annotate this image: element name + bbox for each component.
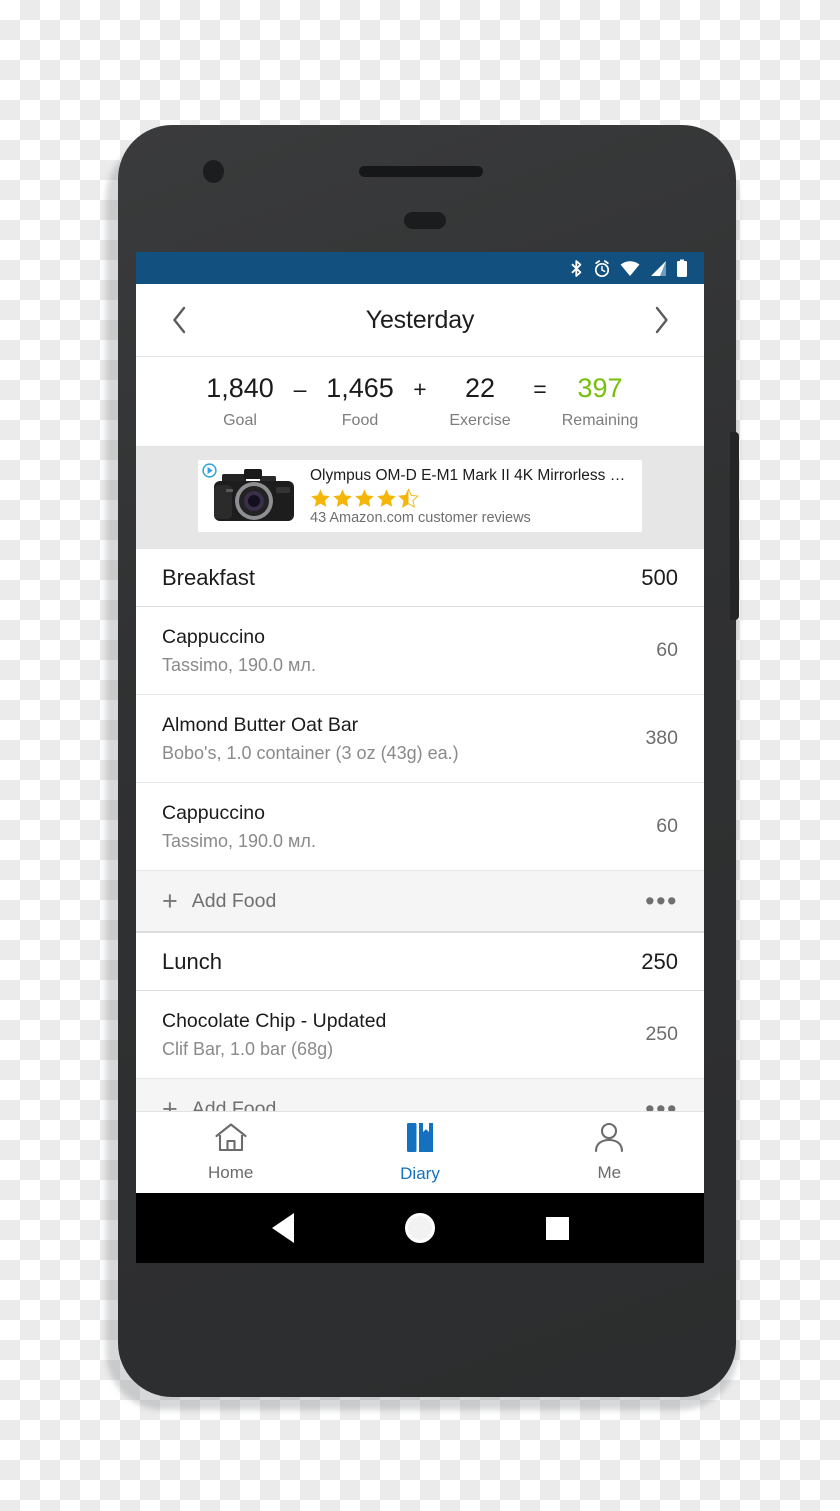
star-full-icon [377, 489, 396, 507]
advertisement-container: Olympus OM-D E-M1 Mark II 4K Mirrorless … [136, 447, 704, 549]
star-full-icon [333, 489, 352, 507]
food-label: Food [341, 411, 379, 429]
food-name: Cappuccino [162, 801, 265, 824]
food-name: Chocolate Chip - Updated [162, 1009, 387, 1032]
nav-item-home[interactable]: Home [136, 1122, 325, 1183]
food-info: Chocolate Chip - Updated Clif Bar, 1.0 b… [162, 1008, 386, 1062]
meal-header-lunch[interactable]: Lunch 250 [136, 933, 704, 991]
remaining-value: 397 [577, 373, 623, 404]
remaining-label: Remaining [561, 411, 639, 429]
star-full-icon [311, 489, 330, 507]
nav-item-me[interactable]: Me [515, 1122, 704, 1183]
plus-icon: + [162, 1093, 178, 1111]
advertisement-card[interactable]: Olympus OM-D E-M1 Mark II 4K Mirrorless … [198, 460, 642, 532]
food-row[interactable]: Almond Butter Oat Bar Bobo's, 1.0 contai… [136, 695, 704, 783]
calorie-summary-bar: 1,840 Goal – 1,465 Food + 22 Exercise = … [136, 357, 704, 447]
plus-icon: + [162, 885, 178, 916]
next-day-button[interactable] [644, 303, 678, 337]
phone-front-camera [203, 160, 224, 183]
goal-label: Goal [223, 411, 257, 429]
circle-home-icon [404, 1213, 435, 1243]
nav-label: Home [207, 1163, 254, 1182]
food-info: Cappuccino Tassimo, 190.0 мл. [162, 800, 316, 854]
food-value: 1,465 [326, 373, 394, 404]
meal-name: Breakfast [162, 564, 255, 590]
star-full-icon [355, 489, 374, 507]
exercise-label: Exercise [449, 411, 511, 429]
food-info: Almond Butter Oat Bar Bobo's, 1.0 contai… [162, 712, 459, 766]
signal-icon [649, 260, 667, 277]
app-bar: Yesterday [136, 284, 704, 357]
operator-minus: – [293, 376, 307, 402]
add-food-trigger[interactable]: + Add Food [162, 885, 277, 916]
food-description: Tassimo, 190.0 мл. [162, 831, 316, 851]
add-food-row-lunch[interactable]: + Add Food ••• [136, 1079, 704, 1111]
status-bar [136, 252, 704, 284]
food-info: Cappuccino Tassimo, 190.0 мл. [162, 624, 316, 678]
diary-meal-list: Breakfast 500 Cappuccino Tassimo, 190.0 … [136, 549, 704, 1111]
food-calories: 60 [656, 639, 678, 661]
phone-sensor [404, 212, 446, 229]
chevron-right-icon [655, 306, 668, 334]
food-description: Bobo's, 1.0 container (3 oz (43g) ea.) [162, 743, 459, 763]
add-food-row-breakfast[interactable]: + Add Food ••• [136, 871, 704, 933]
bluetooth-icon [569, 259, 584, 278]
operator-plus: + [413, 376, 427, 402]
food-description: Clif Bar, 1.0 bar (68g) [162, 1039, 334, 1059]
android-home-button[interactable] [404, 1213, 435, 1243]
goal-value: 1,840 [206, 373, 274, 404]
meal-calories: 250 [641, 948, 678, 974]
person-icon [592, 1122, 626, 1158]
stat-food[interactable]: 1,465 Food [317, 373, 403, 429]
phone-screen: Yesterday 1,840 Goal – 1,465 Food + 22 E… [136, 252, 704, 1263]
phone-power-button[interactable] [730, 432, 739, 620]
advertisement-text: Olympus OM-D E-M1 Mark II 4K Mirrorless … [310, 466, 634, 525]
operator-equals: = [533, 376, 547, 402]
food-name: Cappuccino [162, 625, 265, 648]
stat-exercise[interactable]: 22 Exercise [437, 373, 523, 429]
exercise-value: 22 [464, 373, 496, 404]
meal-name: Lunch [162, 948, 222, 974]
android-recents-button[interactable] [545, 1216, 569, 1240]
ad-star-rating [310, 487, 634, 509]
add-food-label: Add Food [191, 889, 277, 912]
home-icon [214, 1122, 248, 1158]
ad-review-count: 43 Amazon.com customer reviews [310, 509, 531, 526]
previous-day-button[interactable] [162, 303, 196, 337]
nav-item-diary[interactable]: Diary [325, 1121, 514, 1184]
page-title: Yesterday [365, 305, 475, 334]
camera-product-image [206, 465, 302, 527]
food-calories: 60 [656, 815, 678, 837]
stat-goal[interactable]: 1,840 Goal [197, 373, 283, 429]
android-back-button[interactable] [271, 1213, 294, 1243]
stat-remaining[interactable]: 397 Remaining [557, 373, 643, 429]
bottom-navigation-bar: Home Diary Me [136, 1111, 704, 1193]
android-system-navigation [136, 1193, 704, 1263]
food-row[interactable]: Cappuccino Tassimo, 190.0 мл. 60 [136, 607, 704, 695]
meal-calories: 500 [641, 564, 678, 590]
square-recents-icon [545, 1216, 569, 1240]
more-horizontal-icon[interactable]: ••• [645, 887, 678, 914]
food-description: Tassimo, 190.0 мл. [162, 655, 316, 675]
triangle-back-icon [271, 1213, 294, 1243]
wifi-icon [620, 260, 640, 277]
food-name: Almond Butter Oat Bar [162, 713, 359, 736]
ad-title: Olympus OM-D E-M1 Mark II 4K Mirrorless … [310, 467, 634, 485]
battery-icon [676, 259, 688, 278]
food-calories: 380 [645, 727, 678, 749]
alarm-icon [593, 259, 611, 278]
phone-earpiece-speaker [359, 166, 483, 177]
meal-header-breakfast[interactable]: Breakfast 500 [136, 549, 704, 607]
food-calories: 250 [645, 1023, 678, 1045]
book-icon [404, 1121, 436, 1159]
add-food-trigger[interactable]: + Add Food [162, 1093, 277, 1112]
star-half-icon [398, 487, 419, 508]
food-row[interactable]: Cappuccino Tassimo, 190.0 мл. 60 [136, 783, 704, 871]
more-horizontal-icon[interactable]: ••• [645, 1095, 678, 1111]
add-food-label: Add Food [191, 1097, 277, 1112]
chevron-left-icon [172, 306, 185, 334]
food-row[interactable]: Chocolate Chip - Updated Clif Bar, 1.0 b… [136, 991, 704, 1079]
nav-label: Me [597, 1163, 622, 1182]
nav-label: Diary [400, 1164, 440, 1183]
